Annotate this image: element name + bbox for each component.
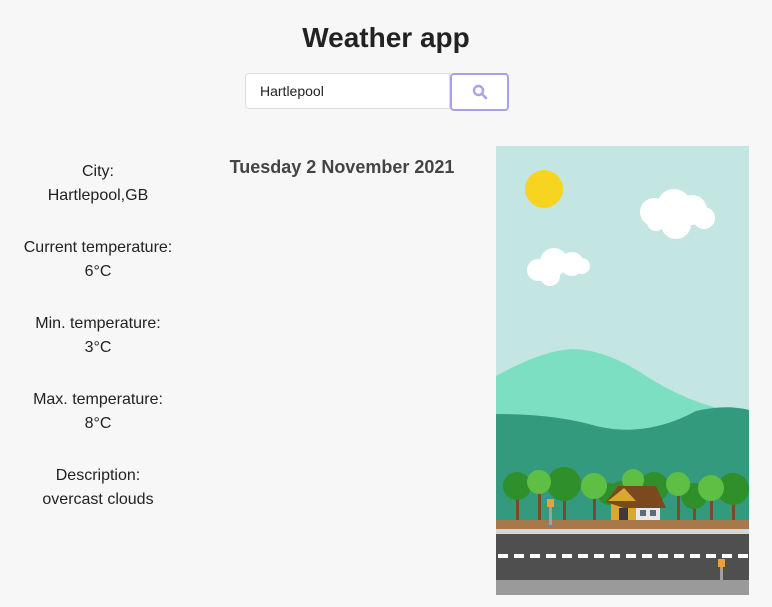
sun-icon [525, 170, 563, 208]
description-label: Description: [55, 467, 141, 484]
page-title: Weather app [302, 22, 470, 53]
description-block: Description: overcast clouds [0, 464, 196, 512]
current-date: Tuesday 2 November 2021 [229, 157, 455, 177]
search-input[interactable] [245, 73, 450, 109]
current-temperature-label: Current temperature: [23, 239, 173, 256]
city-block: City: Hartlepool,GB [0, 160, 196, 208]
curb [496, 580, 749, 595]
min-temperature-block: Min. temperature: 3°C [0, 312, 196, 360]
min-temperature-label: Min. temperature: [35, 315, 161, 332]
search-button[interactable] [450, 73, 509, 111]
current-temperature-block: Current temperature: 6°C [0, 236, 196, 284]
search-icon [472, 84, 487, 100]
search-form [245, 73, 509, 111]
city-value: Hartlepool,GB [47, 187, 149, 204]
description-value: overcast clouds [42, 491, 154, 508]
min-temperature-value: 3°C [84, 339, 112, 356]
dirt-strip [496, 520, 749, 529]
max-temperature-label: Max. temperature: [33, 391, 163, 408]
weather-illustration [496, 146, 749, 595]
city-label: City: [82, 163, 114, 180]
max-temperature-block: Max. temperature: 8°C [0, 388, 196, 436]
current-temperature-value: 6°C [84, 263, 112, 280]
max-temperature-value: 8°C [84, 415, 112, 432]
sidewalk [496, 529, 749, 534]
